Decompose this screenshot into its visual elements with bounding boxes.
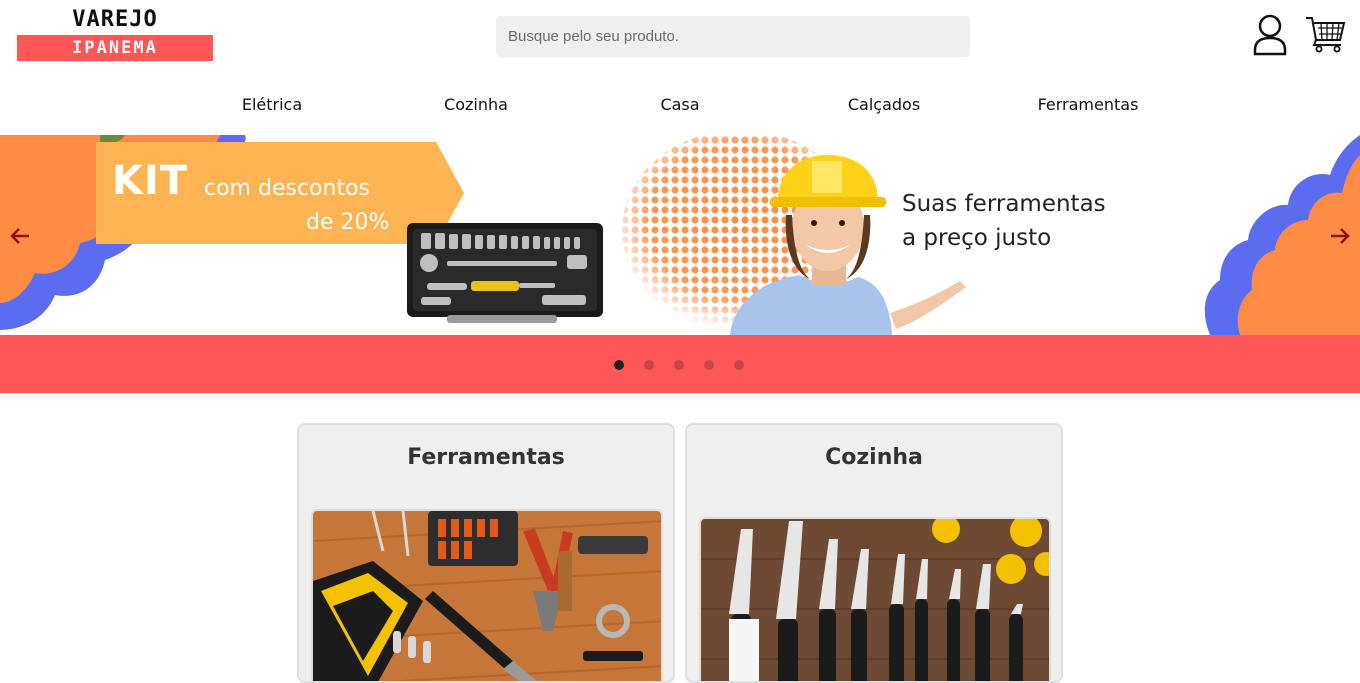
promo-discount-line2: de 20% [306,210,390,235]
hero-banner: KIT com descontos de 20% Suas ferramenta… [0,135,1360,335]
knives-photo-illustration [701,519,1049,681]
arrow-right-icon[interactable] [1327,223,1353,249]
nav-item-eletrica[interactable]: Elétrica [170,90,374,120]
nav-item-ferramentas[interactable]: Ferramentas [986,90,1190,120]
logo-bottom-text: IPANEMA [17,35,213,61]
promo-kit-label: KIT [112,158,189,204]
tools-photo-illustration [313,511,661,681]
cart-icon[interactable] [1304,14,1346,54]
logo-top-text: VAREJO [72,7,158,32]
carousel-dot-2[interactable] [644,360,654,370]
nav-item-casa[interactable]: Casa [578,90,782,120]
promo-discount-line1: com descontos [204,176,370,201]
tagline-line1: Suas ferramentas [902,191,1106,217]
category-card-cozinha[interactable]: Cozinha [685,423,1063,683]
nav-item-cozinha[interactable]: Cozinha [374,90,578,120]
header: VAREJO IPANEMA [0,0,1360,80]
banner-tagline: Suas ferramentas a preço justo [902,187,1182,255]
carousel-dot-1[interactable] [614,360,624,370]
category-card-ferramentas[interactable]: Ferramentas [297,423,675,683]
category-nav: Elétrica Cozinha Casa Calçados Ferrament… [170,90,1190,120]
logo[interactable]: VAREJO IPANEMA [17,7,213,61]
carousel-dot-5[interactable] [734,360,744,370]
nav-item-calcados[interactable]: Calçados [782,90,986,120]
carousel-dot-4[interactable] [704,360,714,370]
tagline-line2: a preço justo [902,225,1052,251]
category-title: Ferramentas [407,445,565,470]
carousel-dots [614,360,744,370]
knives-photo [699,517,1051,681]
tools-photo [311,509,663,681]
carousel-dot-3[interactable] [674,360,684,370]
arrow-left-icon[interactable] [7,223,33,249]
category-title: Cozinha [825,445,923,470]
search-input[interactable] [496,16,970,57]
tool-kit-image [407,223,603,323]
carousel-indicator-strip [0,335,1360,393]
user-icon[interactable] [1252,14,1288,56]
